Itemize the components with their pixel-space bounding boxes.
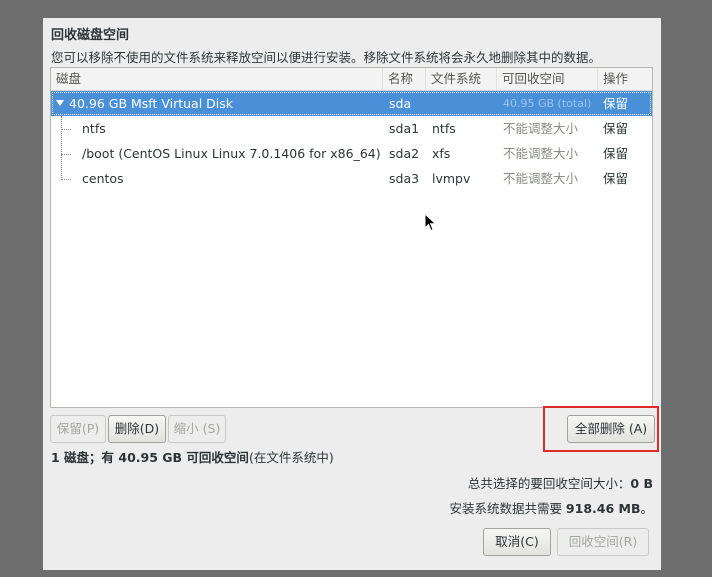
install-needs-end: 。 <box>640 501 653 516</box>
row-filesystem: ntfs <box>432 121 456 136</box>
column-header-disk[interactable]: 磁盘 <box>51 68 383 90</box>
summary-note: (在文件系统中) <box>248 450 334 465</box>
row-action[interactable]: 保留 <box>603 116 628 141</box>
selected-reclaim-label: 总共选择的要回收空间大小： <box>467 476 631 491</box>
row-filesystem: lvmpv <box>432 171 471 186</box>
tree-row-partition-sda2[interactable]: /boot (CentOS Linux Linux 7.0.1406 for x… <box>51 141 652 166</box>
row-name: sda1 <box>389 121 420 136</box>
tree-row-partition-sda3[interactable]: centos sda3 lvmpv 不能调整大小 保留 <box>51 166 652 191</box>
column-header-name[interactable]: 名称 <box>383 68 426 90</box>
tree-row-partition-sda1[interactable]: ntfs sda1 ntfs 不能调整大小 保留 <box>51 116 652 141</box>
row-disk-label: 40.96 GB Msft Virtual Disk <box>69 96 234 111</box>
reclaimable-summary: 1 磁盘；有 40.95 GB 可回收空间(在文件系统中) <box>51 447 334 466</box>
cancel-button[interactable]: 取消(C) <box>483 528 551 556</box>
row-action[interactable]: 保留 <box>603 91 628 116</box>
row-reclaimable: 40.95 GB (total) <box>503 97 592 110</box>
expander-down-icon[interactable] <box>56 100 64 106</box>
row-disk-label: ntfs <box>82 121 106 136</box>
disk-tree[interactable]: 磁盘 名称 文件系统 可回收空间 操作 40.96 GB Msft Virtua… <box>50 67 653 408</box>
row-disk-label: centos <box>82 171 124 186</box>
row-action[interactable]: 保留 <box>603 141 628 166</box>
dialog-title: 回收磁盘空间 <box>51 28 130 43</box>
dialog-description: 您可以移除不使用的文件系统来释放空间以便进行安装。移除文件系统将会永久地删除其中… <box>51 50 602 65</box>
install-needs-info: 安装系统数据共需要 918.46 MB。 <box>449 498 653 517</box>
tree-header: 磁盘 名称 文件系统 可回收空间 操作 <box>51 68 652 91</box>
row-reclaimable: 不能调整大小 <box>503 146 579 161</box>
reclaim-space-button[interactable]: 回收空间(R) <box>557 528 649 556</box>
install-needs-label: 安装系统数据共需要 <box>449 501 566 516</box>
row-filesystem: xfs <box>432 146 451 161</box>
selected-reclaim-value: 0 B <box>630 476 653 491</box>
row-reclaimable: 不能调整大小 <box>503 121 579 136</box>
column-header-reclaimable[interactable]: 可回收空间 <box>497 68 598 90</box>
delete-button[interactable]: 删除(D) <box>108 415 166 443</box>
row-reclaimable: 不能调整大小 <box>503 171 579 186</box>
row-name: sda <box>389 96 412 111</box>
column-header-filesystem[interactable]: 文件系统 <box>426 68 497 90</box>
annotation-highlight-box <box>543 406 659 452</box>
reclaim-space-dialog: 回收磁盘空间 您可以移除不使用的文件系统来释放空间以便进行安装。移除文件系统将会… <box>43 18 661 570</box>
column-header-action[interactable]: 操作 <box>598 68 652 90</box>
row-action[interactable]: 保留 <box>603 166 628 191</box>
selected-reclaim-info: 总共选择的要回收空间大小：0 B <box>468 473 653 492</box>
row-name: sda2 <box>389 146 420 161</box>
row-disk-label: /boot (CentOS Linux Linux 7.0.1406 for x… <box>82 146 381 161</box>
tree-row-disk-sda[interactable]: 40.96 GB Msft Virtual Disk sda 40.95 GB … <box>51 91 652 116</box>
preserve-button[interactable]: 保留(P) <box>50 415 106 443</box>
summary-strong: 1 磁盘；有 40.95 GB 可回收空间 <box>51 450 249 465</box>
install-needs-value: 918.46 MB <box>565 501 641 516</box>
mouse-pointer-icon <box>424 213 437 232</box>
shrink-button[interactable]: 缩小 (S) <box>168 415 226 443</box>
row-name: sda3 <box>389 171 420 186</box>
